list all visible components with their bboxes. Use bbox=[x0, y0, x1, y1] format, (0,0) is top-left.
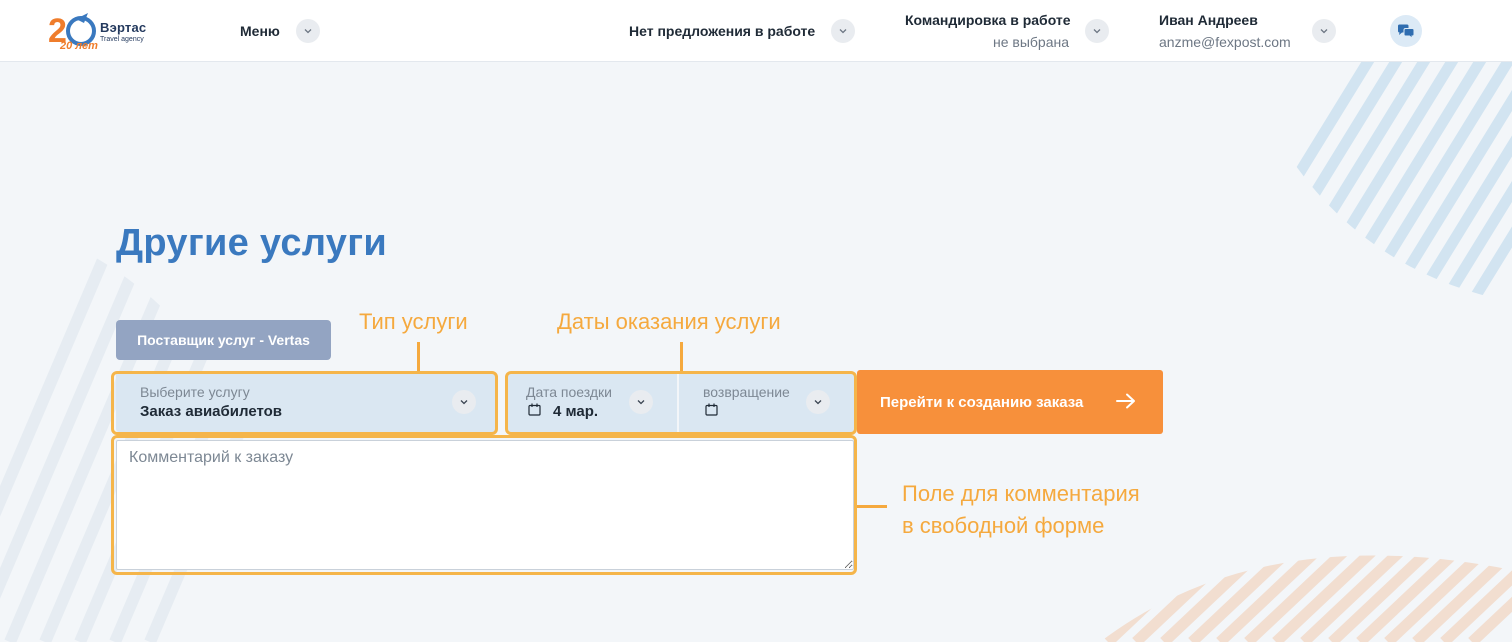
trip-date-caption: Дата поездки bbox=[526, 384, 612, 400]
annotation-service-type: Тип услуги bbox=[359, 309, 468, 334]
offer-dropdown-button[interactable] bbox=[831, 19, 855, 43]
menu-label[interactable]: Меню bbox=[240, 23, 280, 39]
dates-divider bbox=[677, 372, 679, 432]
service-select-chevron[interactable] bbox=[452, 390, 476, 414]
return-date-chevron[interactable] bbox=[806, 390, 830, 414]
trip-value: не выбрана bbox=[993, 34, 1070, 50]
trip-dropdown-button[interactable] bbox=[1085, 19, 1109, 43]
chevron-down-icon bbox=[460, 400, 468, 405]
chevron-down-icon bbox=[1320, 29, 1328, 34]
user-dropdown-button[interactable] bbox=[1312, 19, 1336, 43]
calendar-icon[interactable] bbox=[705, 403, 718, 416]
service-select[interactable]: Выберите услугу Заказ авиабилетов bbox=[116, 372, 496, 432]
chevron-down-icon bbox=[637, 400, 645, 405]
provider-button[interactable]: Поставщик услуг - Vertas bbox=[116, 320, 331, 360]
top-header: 2 20 лет Вэртас Travel agency Меню Нет п… bbox=[0, 0, 1512, 62]
chat-icon bbox=[1398, 24, 1415, 39]
service-select-value: Заказ авиабилетов bbox=[140, 403, 283, 420]
chevron-down-icon bbox=[839, 29, 847, 34]
offer-status[interactable]: Нет предложения в работе bbox=[629, 23, 815, 39]
annotation-comment-line-1: Поле для комментария bbox=[902, 481, 1140, 506]
menu-dropdown-button[interactable] bbox=[296, 19, 320, 43]
user-name[interactable]: Иван Андреев bbox=[1159, 12, 1258, 28]
chevron-down-icon bbox=[304, 29, 312, 34]
annotation-line-comment bbox=[856, 505, 887, 508]
create-order-label: Перейти к созданию заказа bbox=[880, 393, 1084, 411]
company-logo[interactable]: 2 20 лет Вэртас Travel agency bbox=[48, 9, 158, 53]
comment-textarea[interactable] bbox=[116, 440, 854, 570]
dates-picker: Дата поездки 4 мар. возвращение bbox=[508, 372, 854, 432]
background-stripes-bottom-right bbox=[1100, 555, 1512, 642]
service-select-caption: Выберите услугу bbox=[140, 384, 250, 400]
logo-mark-text: 20 лет bbox=[59, 40, 98, 52]
return-date-caption: возвращение bbox=[703, 384, 790, 400]
annotation-line-dates bbox=[680, 342, 683, 372]
page-title: Другие услуги bbox=[116, 222, 387, 264]
trip-date-chevron[interactable] bbox=[629, 390, 653, 414]
anniversary-logo-icon: 2 20 лет bbox=[48, 12, 98, 52]
annotation-service-dates: Даты оказания услуги bbox=[557, 309, 781, 334]
chevron-down-icon bbox=[814, 400, 822, 405]
user-email: anzme@fexpost.com bbox=[1159, 34, 1291, 50]
arrow-right-icon bbox=[1116, 393, 1135, 409]
background-stripes-top-right bbox=[1240, 62, 1512, 302]
logo-name: Вэртас bbox=[100, 20, 147, 35]
create-order-button[interactable]: Перейти к созданию заказа bbox=[857, 370, 1163, 434]
trip-label[interactable]: Командировка в работе bbox=[905, 12, 1071, 28]
trip-date-value[interactable]: 4 мар. bbox=[553, 403, 598, 420]
calendar-icon bbox=[528, 403, 541, 416]
annotation-line-service bbox=[417, 342, 420, 372]
chat-button[interactable] bbox=[1390, 15, 1422, 47]
annotation-comment: Поле для комментария в свободной форме bbox=[902, 478, 1140, 542]
chevron-down-icon bbox=[1093, 29, 1101, 34]
logo-tagline: Travel agency bbox=[100, 36, 144, 43]
annotation-comment-line-2: в свободной форме bbox=[902, 513, 1105, 538]
